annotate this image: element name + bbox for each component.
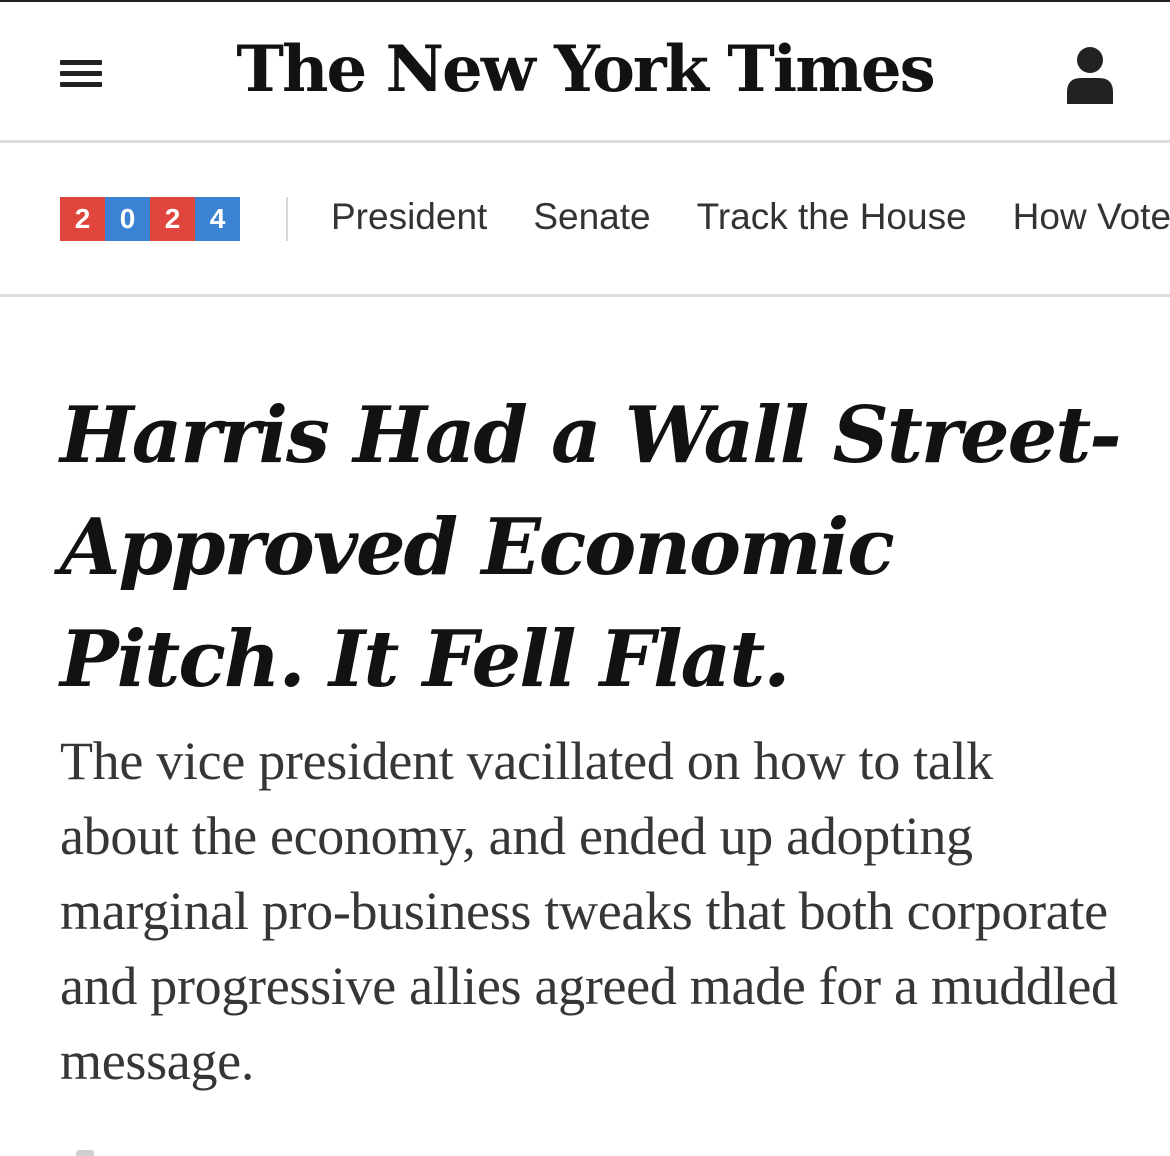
badge-digit: 2: [60, 197, 105, 241]
nav-item-senate[interactable]: Senate: [533, 193, 650, 241]
article-summary: The vice president vacillated on how to …: [60, 731, 1118, 1091]
byline-avatar-partial: [76, 1150, 94, 1156]
badge-digit: 4: [195, 197, 240, 241]
masthead: The New York Times: [0, 0, 1170, 143]
nav-item-how-voters[interactable]: How Voters: [1013, 193, 1170, 241]
election-nav-bar: 2 0 2 4 President Senate Track the House…: [0, 143, 1170, 297]
nav-divider: [286, 197, 288, 241]
article-headline: Harris Had a Wall Street-Approved Econom…: [60, 390, 1122, 705]
site-logo[interactable]: The New York Times: [0, 32, 1170, 107]
person-icon[interactable]: [1067, 46, 1113, 104]
election-2024-badge[interactable]: 2 0 2 4: [60, 197, 240, 241]
badge-digit: 0: [105, 197, 150, 241]
badge-digit: 2: [150, 197, 195, 241]
nav-item-track-the-house[interactable]: Track the House: [697, 193, 967, 241]
election-nav-items: President Senate Track the House How Vot…: [331, 193, 1170, 241]
nav-item-president[interactable]: President: [331, 193, 487, 241]
